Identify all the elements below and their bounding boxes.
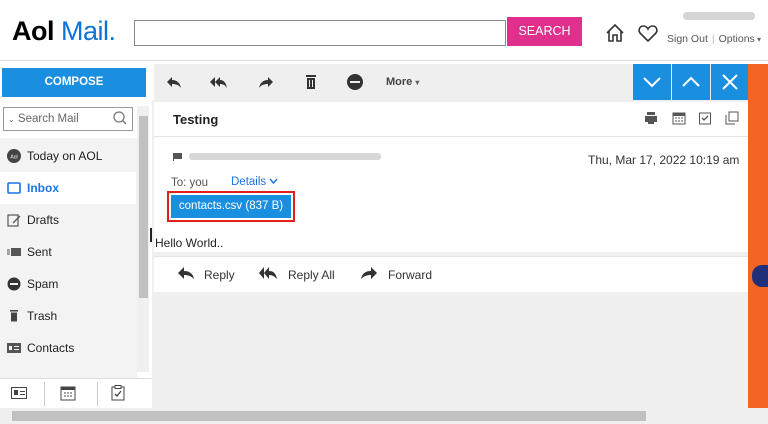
sidebar-item-label: Trash [27,309,58,323]
more-label: More [386,76,413,88]
logo-suffix-text: Mail. [61,16,116,46]
sidebar-item-sent[interactable]: Sent [0,236,136,268]
search-input[interactable] [134,20,506,46]
heart-icon[interactable] [637,22,659,44]
next-message-button[interactable] [633,64,671,100]
sidebar-item-label: Inbox [27,181,59,195]
recipient-line: To: you [171,177,209,189]
message-subject: Testing [173,112,219,127]
sidebar-item-label: Today on AOL [27,149,103,163]
reply-all-button[interactable]: Reply All [288,268,335,282]
sidebar-item-today-on-aol[interactable]: Aol Today on AOL [0,140,136,172]
sidebar-item-trash[interactable]: Trash [0,300,136,332]
contacts-icon[interactable] [11,385,27,401]
divider [97,382,98,406]
spam-icon [7,277,21,291]
username-blurred [683,12,755,20]
more-menu[interactable]: More ▾ [386,76,419,88]
aol-mail-logo[interactable]: Aol Mail. [12,14,116,48]
advertisement-badge [752,265,768,287]
attachment-highlight: contacts.csv (837 B) [167,191,295,222]
search-mail-placeholder: Search Mail [17,113,79,125]
reply-icon[interactable] [177,266,195,280]
sidebar-item-contacts[interactable]: Contacts [0,332,136,364]
calendar-icon[interactable] [60,385,76,401]
sidebar-item-drafts[interactable]: Drafts [0,204,136,236]
sidebar-item-label: Drafts [27,213,60,227]
sidebar-scrollbar-thumb[interactable] [139,116,148,298]
header-divider [0,60,768,61]
inbox-icon [7,182,21,194]
account-links: Sign Out | Options ▾ [667,33,762,45]
trash-icon[interactable] [301,72,321,92]
svg-text:Aol: Aol [10,155,17,161]
sender-blurred [189,153,381,160]
advertisement[interactable] [748,64,768,408]
reply-all-icon[interactable] [209,72,229,92]
folder-list: Aol Today on AOL Inbox Drafts Sent Spam … [0,138,137,378]
search-button[interactable]: SEARCH [507,17,582,46]
horizontal-scrollbar-thumb[interactable] [12,411,646,421]
block-icon[interactable] [345,72,365,92]
chevron-down-icon [269,178,278,185]
search-icon[interactable] [112,110,128,126]
sent-icon [7,248,21,256]
details-label: Details [231,176,267,188]
previous-message-button[interactable] [672,64,710,100]
chevron-down-icon [643,77,661,88]
sign-out-link[interactable]: Sign Out [667,33,708,45]
message-date: Thu, Mar 17, 2022 10:19 am [588,153,740,167]
sidebar-item-label: Contacts [27,341,75,355]
message-body: Hello World.. [155,236,224,250]
print-icon[interactable] [644,111,658,125]
contacts-icon [7,343,21,353]
reply-button[interactable]: Reply [204,268,235,282]
chevron-up-icon [682,76,700,87]
compose-button[interactable]: COMPOSE [2,68,146,97]
reply-icon[interactable] [164,72,184,92]
message-actions-bar [154,256,748,292]
sidebar-item-label: Spam [27,277,59,291]
sidebar-item-spam[interactable]: Spam [0,268,136,300]
popout-icon[interactable] [725,111,739,125]
calendar-icon[interactable] [672,111,686,125]
attachment-chip[interactable]: contacts.csv (837 B) [171,195,291,218]
sidebar-item-inbox[interactable]: Inbox [0,172,136,204]
forward-icon[interactable] [360,266,378,280]
text-cursor [150,228,152,242]
details-link[interactable]: Details [231,176,278,188]
divider [154,136,748,137]
tasks-icon[interactable] [698,111,712,125]
logo-main-text: Aol [12,16,55,46]
close-message-button[interactable] [711,64,749,100]
forward-button[interactable]: Forward [388,268,432,282]
drafts-icon [7,214,21,227]
home-icon[interactable] [604,22,626,44]
options-link[interactable]: Options [719,33,755,45]
sidebar-item-label: Sent [27,245,52,259]
close-icon [722,74,738,90]
trash-icon [10,310,18,322]
flag-icon[interactable] [173,153,182,161]
aol-icon: Aol [7,149,21,163]
forward-icon[interactable] [256,72,276,92]
tasks-icon[interactable] [110,385,126,401]
divider [44,382,45,406]
reply-all-icon[interactable] [259,266,277,280]
